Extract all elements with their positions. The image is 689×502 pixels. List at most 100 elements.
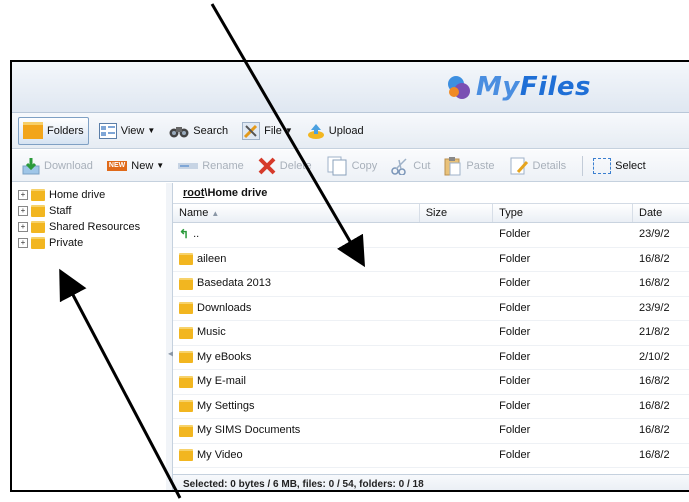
cell-size xyxy=(420,419,493,443)
cut-button[interactable]: Cut xyxy=(387,153,434,179)
cell-type: Folder xyxy=(499,252,531,265)
tree-item-label: Staff xyxy=(49,205,72,217)
main-toolbar: Folders View ▼ Search File ▼ Upload xyxy=(12,113,689,149)
tree-item-staff[interactable]: + Staff xyxy=(12,203,166,219)
download-button[interactable]: Download xyxy=(18,153,97,179)
delete-icon xyxy=(258,157,276,174)
paste-icon xyxy=(444,156,461,175)
folders-icon xyxy=(23,122,43,139)
details-button[interactable]: Details xyxy=(505,153,571,179)
file-label: File xyxy=(264,124,282,137)
folder-icon xyxy=(179,326,193,339)
table-row[interactable]: aileen Folder 16/8/2 xyxy=(173,248,689,272)
folder-icon xyxy=(31,237,45,249)
tree-item-shared-resources[interactable]: + Shared Resources xyxy=(12,219,166,235)
cell-size xyxy=(420,321,493,345)
cell-type: Folder xyxy=(499,326,531,338)
table-row[interactable]: My E-mail Folder 16/8/2 xyxy=(173,370,689,395)
cut-label: Cut xyxy=(413,159,431,172)
cell-name: Music xyxy=(173,321,420,345)
chevron-down-icon: ▼ xyxy=(284,126,293,135)
cell-size xyxy=(420,395,493,419)
table-header: Name ▲ Size Type Date xyxy=(173,204,689,223)
column-header-name[interactable]: Name ▲ xyxy=(173,204,420,222)
table-row[interactable]: My Video Folder 16/8/2 xyxy=(173,444,689,468)
copy-label: Copy xyxy=(351,159,378,172)
file-button[interactable]: File ▼ xyxy=(238,118,297,144)
cell-type: Folder xyxy=(499,301,531,314)
expand-icon[interactable]: + xyxy=(18,190,28,200)
table-row[interactable]: Downloads Folder 23/9/2 xyxy=(173,297,689,321)
cell-name: My Video xyxy=(173,444,420,468)
folder-icon xyxy=(179,449,193,462)
view-button[interactable]: View ▼ xyxy=(95,118,160,144)
cell-type: Folder xyxy=(499,350,531,363)
cell-name: My eBooks xyxy=(173,346,420,370)
column-header-type[interactable]: Type xyxy=(493,204,633,222)
cell-date: 23/9/2 xyxy=(639,228,670,240)
myfiles-window: MyFiles Folders View ▼ Search File ▼ Uploa… xyxy=(10,60,689,492)
cell-date: 16/8/2 xyxy=(639,375,670,387)
tree-item-label: Home drive xyxy=(49,189,106,201)
tools-icon xyxy=(242,121,261,140)
view-label: View xyxy=(120,124,145,137)
cell-date: 16/8/2 xyxy=(639,424,670,436)
folder-icon xyxy=(179,351,193,364)
folders-label: Folders xyxy=(47,124,84,137)
copy-icon xyxy=(327,156,347,175)
folders-button[interactable]: Folders xyxy=(18,116,89,145)
file-rows: ↰.. Folder 23/9/2 aileen Folder 16/8/2 Basedat… xyxy=(173,223,689,468)
file-list-panel: root\Home drive Name ▲ Size Type Date ↰.… xyxy=(173,183,689,490)
cell-name: My E-mail xyxy=(173,370,420,394)
table-row[interactable]: Music Folder 21/8/2 xyxy=(173,321,689,346)
folder-icon xyxy=(179,277,193,290)
expand-icon[interactable]: + xyxy=(18,222,28,232)
folder-icon xyxy=(179,253,193,266)
search-label: Search xyxy=(193,124,229,137)
new-label: New xyxy=(131,159,154,172)
rename-label: Rename xyxy=(202,159,244,172)
binoculars-icon xyxy=(169,126,189,137)
delete-button[interactable]: Delete xyxy=(254,153,316,179)
select-button[interactable]: Select xyxy=(589,153,650,179)
search-button[interactable]: Search xyxy=(165,118,232,144)
up-arrow-icon: ↰ xyxy=(179,227,190,241)
cell-size xyxy=(420,223,493,247)
download-label: Download xyxy=(44,159,93,172)
cell-size xyxy=(420,444,493,468)
folder-icon xyxy=(31,205,45,217)
column-header-date[interactable]: Date xyxy=(633,204,689,222)
table-row[interactable]: Basedata 2013 Folder 16/8/2 xyxy=(173,272,689,297)
panel-splitter[interactable] xyxy=(166,183,173,490)
cell-type: Folder xyxy=(499,448,531,461)
table-row[interactable]: My eBooks Folder 2/10/2 xyxy=(173,346,689,370)
action-toolbar: Download NEW New ▼ Rename Delete Copy Cut… xyxy=(12,150,689,182)
breadcrumb-current: Home drive xyxy=(207,187,268,199)
tree-item-label: Shared Resources xyxy=(49,221,141,233)
cell-type: Folder xyxy=(499,424,531,436)
folder-tree: + Home drive + Staff + Shared Resources … xyxy=(12,183,167,490)
cell-size xyxy=(420,272,493,296)
tree-item-home-drive[interactable]: + Home drive xyxy=(12,187,166,203)
rename-button[interactable]: Rename xyxy=(174,153,248,179)
cell-type: Folder xyxy=(499,228,531,240)
breadcrumb-root[interactable]: root xyxy=(183,187,204,199)
new-button[interactable]: NEW New ▼ xyxy=(103,153,168,179)
expand-icon[interactable]: + xyxy=(18,238,28,248)
paste-button[interactable]: Paste xyxy=(440,153,498,179)
folder-icon xyxy=(31,221,45,233)
tree-item-label: Private xyxy=(49,237,84,249)
cell-size xyxy=(420,297,493,321)
table-row[interactable]: My SIMS Documents Folder 16/8/2 xyxy=(173,419,689,444)
table-row[interactable]: My Settings Folder 16/8/2 xyxy=(173,395,689,419)
copy-button[interactable]: Copy xyxy=(322,153,382,179)
expand-icon[interactable]: + xyxy=(18,206,28,216)
column-header-size[interactable]: Size xyxy=(420,204,494,222)
upload-icon xyxy=(307,123,324,139)
cell-name: Basedata 2013 xyxy=(173,272,420,296)
upload-button[interactable]: Upload xyxy=(303,118,368,144)
scissors-icon xyxy=(391,157,407,175)
table-row[interactable]: ↰.. Folder 23/9/2 xyxy=(173,223,689,248)
tree-item-private[interactable]: + Private xyxy=(12,235,166,251)
status-bar: Selected: 0 bytes / 6 MB, files: 0 / 54,… xyxy=(173,474,689,490)
